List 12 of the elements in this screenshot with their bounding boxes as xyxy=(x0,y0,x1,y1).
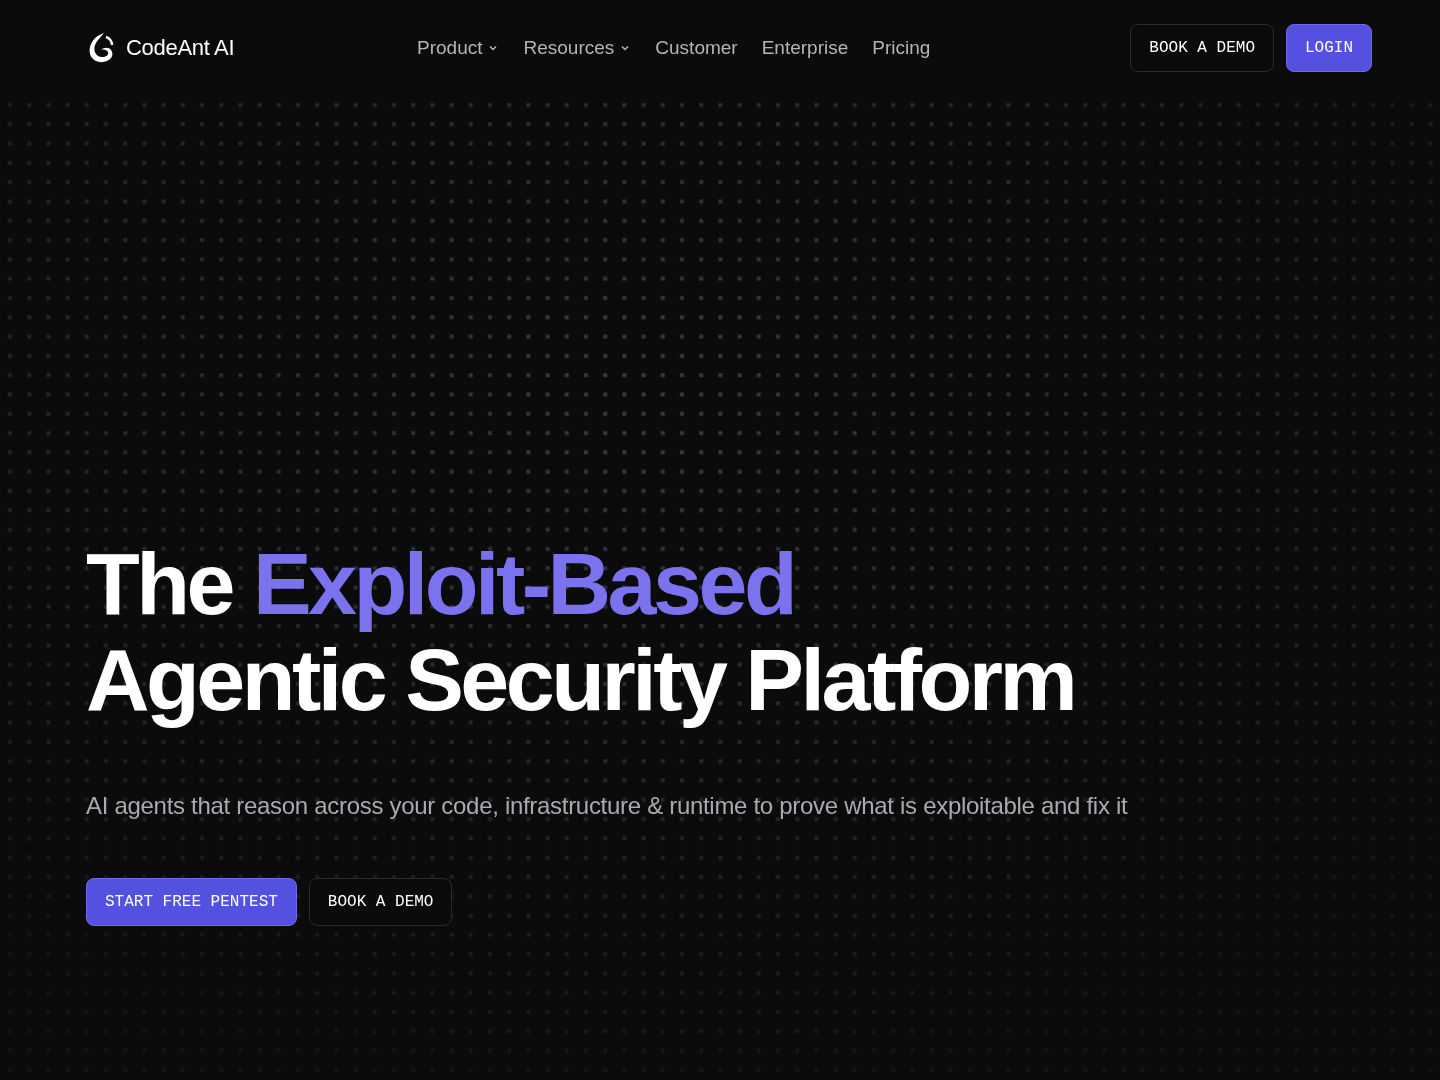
nav-link[interactable]: Product xyxy=(417,37,500,59)
hero-subtitle: AI agents that reason across your code, infrastructure & runtime to prove what is exploitable and fix it xyxy=(86,792,1129,820)
login-button[interactable]: LOGIN xyxy=(1286,24,1372,72)
nav-link[interactable]: Resources xyxy=(523,37,632,59)
hero-title: The Exploit-Based Agentic Security Platform xyxy=(86,536,1076,728)
nav-link[interactable]: Pricing xyxy=(872,37,931,59)
nav-link[interactable]: Customer xyxy=(655,37,738,59)
book-demo-button[interactable]: BOOK A DEMO xyxy=(308,878,453,926)
start-pentest-button[interactable]: START FREE PENTEST xyxy=(86,878,297,926)
nav-link[interactable]: Enterprise xyxy=(761,37,849,59)
brand-name[interactable]: CodeAnt AI xyxy=(126,35,235,61)
book-demo-button[interactable]: BOOK A DEMO xyxy=(1130,24,1274,72)
